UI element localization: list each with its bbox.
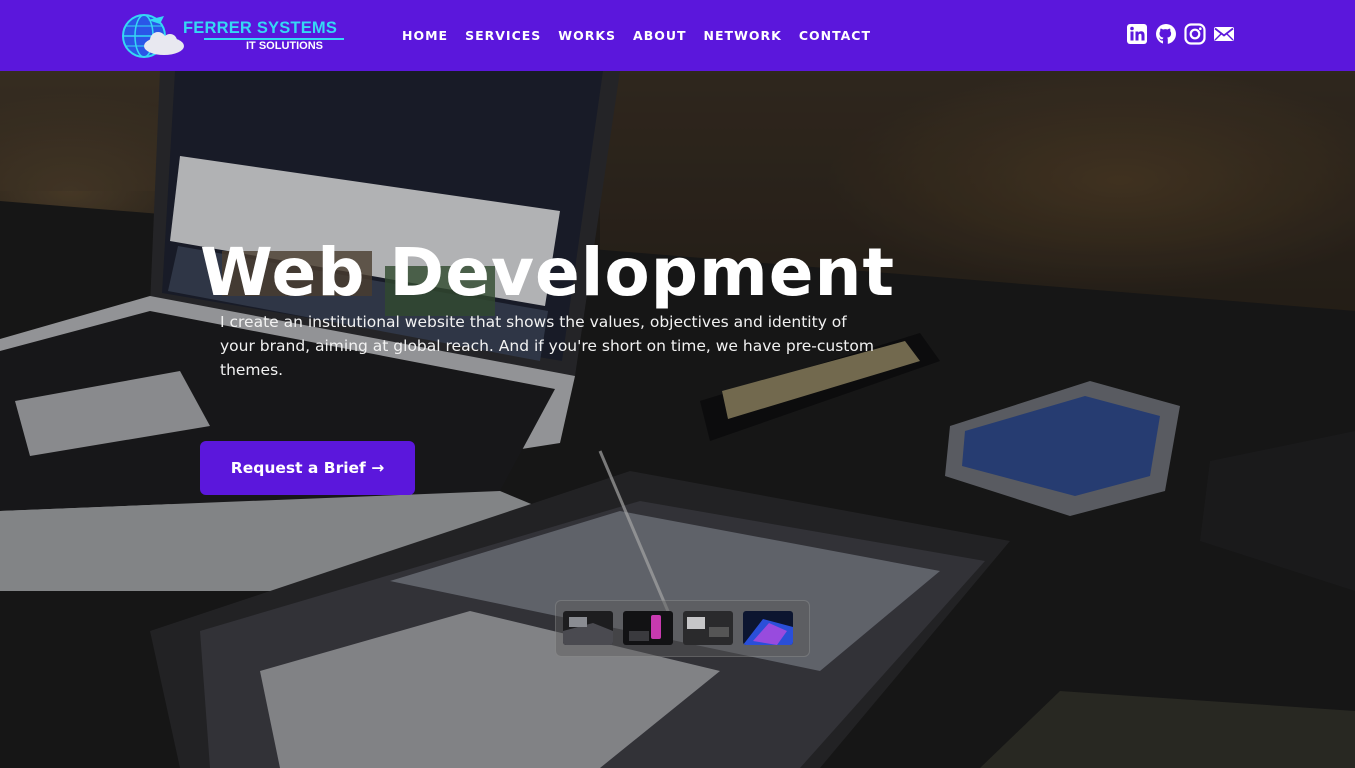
nav-works[interactable]: WORKS [558,27,616,45]
hero-description: I create an institutional website that s… [220,313,874,379]
social-links [1126,23,1242,45]
hero-dim-overlay [0,71,1355,768]
linkedin-icon[interactable] [1126,23,1148,45]
slide-thumbnails [555,600,810,657]
slide-thumbnail-2[interactable] [623,611,673,645]
nav-network[interactable]: NETWORK [704,27,782,45]
instagram-icon[interactable] [1184,23,1206,45]
top-navbar: FERRER SYSTEMS IT SOLUTIONS HOME SERVICE… [0,0,1355,71]
nav-services[interactable]: SERVICES [465,27,541,45]
main-nav: HOME SERVICES WORKS ABOUT NETWORK CONTAC… [402,27,888,45]
slide-thumbnail-3[interactable] [683,611,733,645]
mail-icon[interactable] [1213,23,1235,45]
request-brief-button[interactable]: Request a Brief → [200,441,415,495]
brand-tagline: IT SOLUTIONS [246,40,323,52]
nav-about[interactable]: ABOUT [633,27,687,45]
hero-section [0,71,1355,768]
brand-name: FERRER SYSTEMS [183,19,338,37]
nav-home[interactable]: HOME [402,27,448,45]
slide-thumbnail-4[interactable] [743,611,793,645]
globe-cloud-logo-icon [122,14,184,58]
slide-thumbnail-1[interactable] [563,611,613,645]
github-icon[interactable] [1155,23,1177,45]
nav-contact[interactable]: CONTACT [799,27,871,45]
brand-logo[interactable]: FERRER SYSTEMS IT SOLUTIONS [120,10,350,60]
hero-title: Web Development [200,234,896,312]
